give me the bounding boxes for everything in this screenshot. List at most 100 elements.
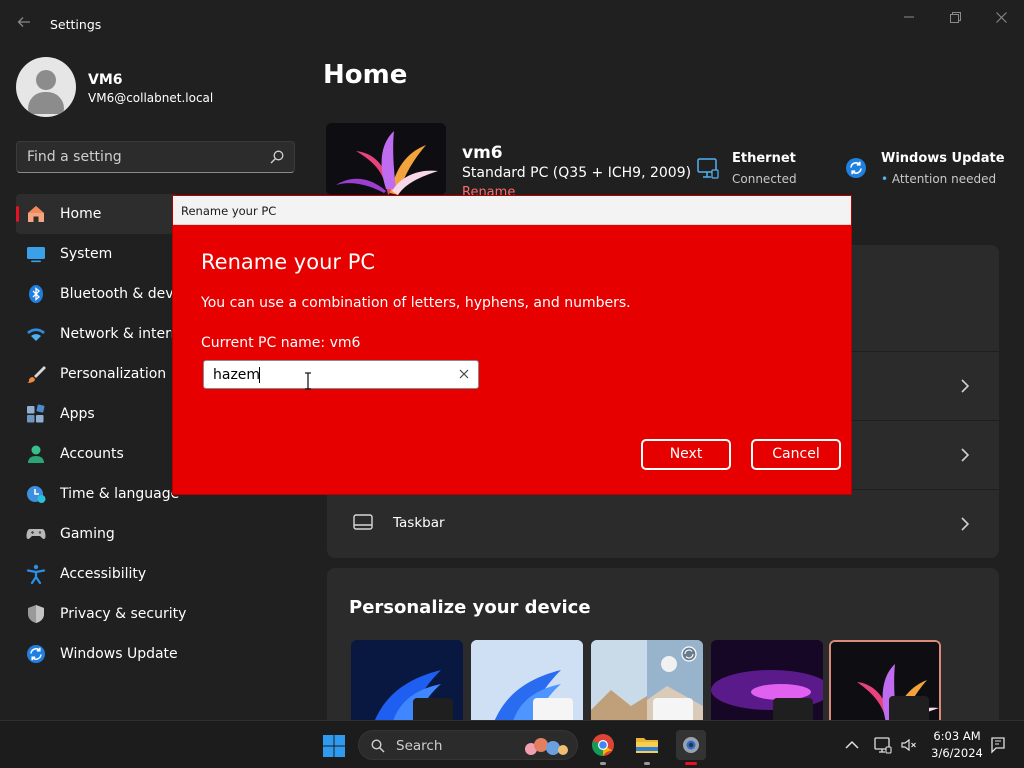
- taskbar-row-label: Taskbar: [393, 515, 445, 531]
- windows-update-icon: [27, 645, 45, 663]
- sidebar-item-label: Home: [60, 206, 102, 222]
- sidebar-item-label: Accounts: [60, 446, 124, 462]
- taskbar-icon: [353, 514, 373, 530]
- sidebar-item-windows-update[interactable]: Windows Update: [16, 634, 178, 674]
- search-icon: [371, 739, 385, 753]
- theme-thumbnail[interactable]: [591, 640, 703, 728]
- sidebar-item-label: Personalization: [60, 366, 167, 382]
- accessibility-icon: [26, 564, 46, 584]
- dialog-heading: Rename your PC: [201, 250, 376, 274]
- taskbar-search[interactable]: Search: [358, 730, 578, 760]
- folder-icon: [636, 738, 658, 753]
- running-indicator: [600, 762, 606, 765]
- chevron-right-icon: [961, 379, 970, 393]
- chevron-right-icon: [961, 517, 970, 531]
- search-icon: [270, 150, 284, 164]
- sidebar-item-label: System: [60, 246, 113, 262]
- clock-date[interactable]: 3/6/2024: [930, 746, 984, 760]
- ethernet-icon: [697, 158, 719, 179]
- dialog-titlebar: Rename your PC: [173, 196, 851, 225]
- minimize-icon: [904, 16, 914, 18]
- close-button[interactable]: [981, 6, 1021, 28]
- sidebar-item-accounts[interactable]: Accounts: [16, 434, 176, 474]
- apps-icon: [27, 404, 45, 423]
- cancel-button[interactable]: Cancel: [751, 439, 841, 470]
- clear-text-icon[interactable]: [457, 367, 471, 381]
- network-icon: [27, 328, 45, 341]
- gear-icon: [683, 737, 699, 753]
- chevron-right-icon: [961, 448, 970, 462]
- time-language-icon: [27, 486, 46, 503]
- sidebar-item-label: Windows Update: [60, 646, 178, 662]
- next-button[interactable]: Next: [641, 439, 731, 470]
- search-placeholder: Find a setting: [27, 149, 122, 165]
- taskbar: Search 6:03 AM 3/6/2024: [0, 720, 1024, 768]
- windows-update-status-icon: [846, 158, 866, 178]
- text-cursor-icon: [305, 372, 311, 390]
- page-title: Home: [323, 60, 408, 90]
- pc-name-input-box[interactable]: [203, 360, 479, 389]
- current-pc-name: Current PC name: vm6: [201, 335, 361, 351]
- user-email: VM6@collabnet.local: [88, 91, 214, 105]
- recommended-row-taskbar[interactable]: Taskbar: [327, 490, 999, 558]
- sidebar-item-network[interactable]: Network & internet: [16, 314, 194, 354]
- rename-pc-dialog: Rename your PC Rename your PC You can us…: [172, 195, 852, 495]
- sidebar-item-gaming[interactable]: Gaming: [16, 514, 176, 554]
- sidebar-item-apps[interactable]: Apps: [16, 394, 176, 434]
- avatar: [16, 57, 76, 117]
- device-wallpaper-thumbnail: [326, 123, 446, 195]
- sidebar-item-personalization[interactable]: Personalization: [16, 354, 176, 394]
- sidebar-nav: Home System Bluetooth & devices Network …: [16, 194, 201, 674]
- app-title: Settings: [50, 17, 102, 32]
- file-explorer-taskbar-button[interactable]: [632, 730, 662, 765]
- sidebar-item-accessibility[interactable]: Accessibility: [16, 554, 176, 594]
- windows-update-title: Windows Update: [881, 151, 1005, 166]
- notification-icon[interactable]: [989, 736, 1007, 754]
- sidebar-item-bluetooth[interactable]: Bluetooth & devices: [16, 274, 201, 314]
- sidebar-item-time-language[interactable]: Time & language: [16, 474, 179, 514]
- theme-thumbnail[interactable]: [351, 640, 463, 728]
- home-icon: [28, 206, 44, 222]
- back-arrow-icon[interactable]: [14, 14, 34, 34]
- minimize-button[interactable]: [889, 6, 929, 28]
- sidebar-item-privacy-security[interactable]: Privacy & security: [16, 594, 186, 634]
- attention-dot-icon: •: [881, 172, 892, 186]
- accounts-icon: [28, 445, 44, 463]
- windows-start-icon[interactable]: [322, 734, 346, 758]
- gaming-icon: [26, 529, 46, 539]
- theme-thumbnail[interactable]: [711, 640, 823, 728]
- bluetooth-icon: [29, 285, 43, 303]
- theme-thumbnail-selected[interactable]: [829, 640, 941, 728]
- device-name: vm6: [462, 143, 503, 163]
- user-name: VM6: [88, 72, 123, 88]
- restore-icon: [949, 11, 961, 23]
- title-bar: Settings: [0, 0, 1024, 48]
- ethernet-subtitle: Connected: [732, 172, 797, 186]
- chevron-up-icon[interactable]: [843, 736, 861, 754]
- pc-name-input[interactable]: [204, 361, 454, 388]
- volume-muted-icon[interactable]: [900, 736, 918, 754]
- chrome-taskbar-button[interactable]: [588, 730, 618, 765]
- theme-thumbnail[interactable]: [471, 640, 583, 728]
- search-highlight-icon: [525, 738, 568, 755]
- ethernet-title: Ethernet: [732, 151, 796, 166]
- dialog-window-title: Rename your PC: [181, 204, 277, 218]
- privacy-shield-icon: [28, 605, 44, 623]
- chrome-icon: [592, 734, 614, 756]
- network-tray-icon[interactable]: [874, 736, 892, 754]
- sidebar-item-label: Privacy & security: [60, 606, 187, 622]
- active-indicator: [685, 762, 697, 765]
- clock-time[interactable]: 6:03 AM: [930, 729, 984, 743]
- sidebar-item-home[interactable]: Home: [16, 194, 176, 234]
- personalize-title: Personalize your device: [349, 597, 591, 618]
- sidebar-item-system[interactable]: System: [16, 234, 176, 274]
- running-indicator: [644, 762, 650, 765]
- settings-taskbar-button[interactable]: [676, 730, 706, 765]
- restore-button[interactable]: [935, 6, 975, 28]
- close-icon: [995, 11, 1007, 23]
- find-setting-search[interactable]: Find a setting: [16, 141, 295, 173]
- device-model: Standard PC (Q35 + ICH9, 2009): [462, 165, 692, 181]
- system-icon: [27, 247, 45, 263]
- personalize-card: Personalize your device: [327, 568, 999, 728]
- taskbar-search-label: Search: [396, 738, 443, 754]
